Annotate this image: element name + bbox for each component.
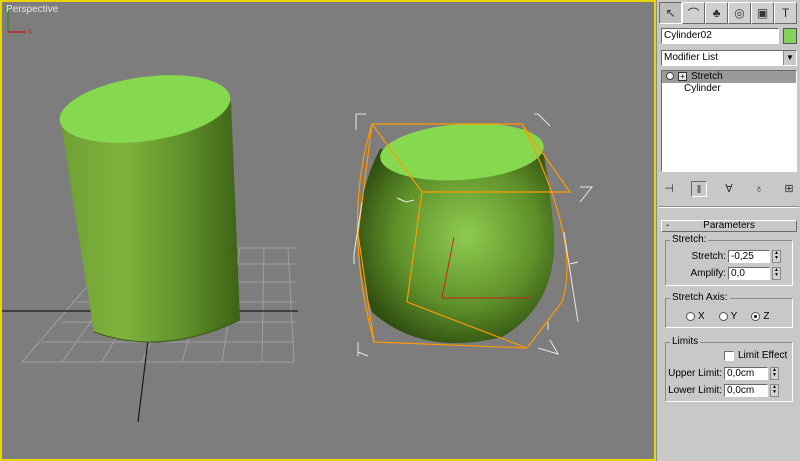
radio-label: X [698,311,705,322]
amplify-spinner[interactable]: ▲ ▼ [772,266,781,280]
panel-divider [659,206,799,208]
command-panel: ↖ ⌒ ♣ ◎ ▣ T Cylinder02 Modifier List ▼ +… [656,0,800,461]
hammer-icon: T [781,6,790,20]
make-unique-icon[interactable]: ∀ [721,181,737,197]
stretch-label: Stretch: [691,250,726,262]
bend-icon: ⌒ [687,6,700,21]
modifier-list-dropdown[interactable]: Modifier List ▼ [661,50,797,66]
group-title: Limits [670,336,701,348]
rollout-title: Parameters [703,220,755,231]
axis-radio-group: X Y Z [686,311,769,322]
lower-limit-row: Lower Limit: 0,0cm ▲ ▼ [666,383,779,397]
collapse-minus-icon: - [666,220,670,231]
viewport-scene[interactable] [2,2,654,459]
display-icon: ▣ [756,6,769,20]
group-title: Stretch Axis: [670,292,730,304]
hierarchy-tab[interactable]: ♣ [705,2,728,24]
motion-tab[interactable]: ◎ [728,2,751,24]
perspective-viewport[interactable]: Perspective z x [0,0,656,461]
limit-effect-label: Limit Effect [738,350,788,361]
limit-effect-checkbox[interactable] [724,350,734,361]
hierarchy-icon: ♣ [712,6,721,20]
modifier-list-label: Modifier List [664,52,718,63]
stack-item-stretch[interactable]: + Stretch [662,71,796,83]
pointer-icon: ↖ [665,6,676,20]
radio-label: Y [730,311,738,322]
amplify-input[interactable]: 0,0 [728,266,770,280]
command-panel-tabs: ↖ ⌒ ♣ ◎ ▣ T [659,2,799,24]
limit-effect-row: Limit Effect [724,350,787,361]
radio-dot [718,312,728,321]
stretch-axis-group: Stretch Axis: X Y Z [665,292,793,328]
axis-radio-y[interactable]: Y [718,311,738,322]
chevron-down-icon[interactable]: ▼ [783,51,796,65]
upper-limit-input[interactable]: 0,0cm [724,366,768,380]
stretch-spinner[interactable]: ▲ ▼ [772,249,781,263]
radio-label: Z [763,311,770,322]
create-tab[interactable]: ↖ [659,2,682,24]
modify-tab[interactable]: ⌒ [682,2,705,24]
object-name-field[interactable]: Cylinder02 [661,28,779,44]
limits-group: Limits Limit Effect Upper Limit: 0,0cm ▲… [665,336,793,402]
lightbulb-icon[interactable] [666,72,674,81]
radio-dot [686,312,695,321]
upper-limit-spinner[interactable]: ▲ ▼ [770,366,779,380]
viewport-label[interactable]: Perspective [6,4,58,15]
amplify-label: Amplify: [690,267,726,279]
pin-stack-icon[interactable]: ⊣ [661,181,677,197]
upper-limit-row: Upper Limit: 0,0cm ▲ ▼ [666,366,779,380]
stack-item-label: Cylinder [684,83,721,94]
show-end-result-icon[interactable]: ‖ [691,181,707,197]
axis-x-label: x [28,27,32,36]
remove-modifier-icon[interactable]: ♁ [751,181,767,197]
stack-item-label: Stretch [691,71,723,82]
modifier-stack[interactable]: + Stretch Cylinder [661,70,797,172]
radio-dot [751,312,761,321]
lower-limit-label: Lower Limit: [668,384,722,396]
stretch-group: Stretch: Stretch: -0,25 ▲ ▼ Amplify: 0,0 … [665,234,793,286]
stretch-input[interactable]: -0,25 [728,249,770,263]
stack-item-cylinder[interactable]: Cylinder [662,83,796,95]
upper-limit-label: Upper Limit: [668,367,722,379]
motion-icon: ◎ [734,6,745,20]
axis-radio-z[interactable]: Z [751,311,769,322]
parameters-rollout-header[interactable]: - Parameters [661,220,797,232]
stretch-row: Stretch: -0,25 ▲ ▼ [668,249,781,263]
stack-toolbar: ⊣ ‖ ∀ ♁ ⊞ [661,180,797,198]
display-tab[interactable]: ▣ [751,2,774,24]
object-color-swatch[interactable] [783,28,797,44]
axis-radio-x[interactable]: X [686,311,705,322]
utilities-tab[interactable]: T [774,2,797,24]
lower-limit-spinner[interactable]: ▲ ▼ [770,383,779,397]
group-title: Stretch: [670,234,709,246]
cylinder-right-stretched[interactable] [358,118,555,344]
expand-plus-icon[interactable]: + [678,71,687,81]
amplify-row: Amplify: 0,0 ▲ ▼ [668,266,781,280]
lower-limit-input[interactable]: 0,0cm [724,383,768,397]
cylinder-left[interactable] [55,65,241,343]
configure-sets-icon[interactable]: ⊞ [781,181,797,197]
